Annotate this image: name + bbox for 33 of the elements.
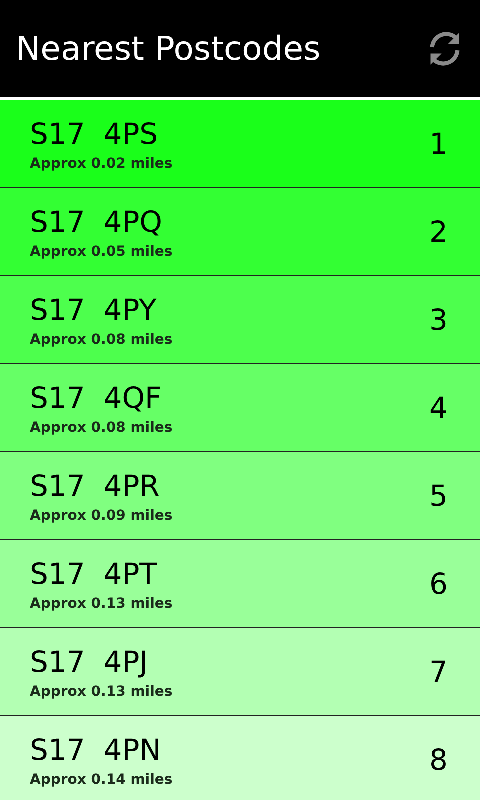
rank-number: 2 xyxy=(430,214,448,248)
postcode: S17 4PQ xyxy=(30,204,164,240)
distance-text: Approx 0.05 miles xyxy=(30,244,173,260)
postcode-row[interactable]: S17 4PJ Approx 0.13 miles 7 xyxy=(0,628,480,716)
distance-text: Approx 0.14 miles xyxy=(30,772,173,788)
postcode: S17 4PY xyxy=(30,292,158,328)
postcode: S17 4PR xyxy=(30,468,161,504)
postcode: S17 4PN xyxy=(30,732,162,768)
postcode-row[interactable]: S17 4PR Approx 0.09 miles 5 xyxy=(0,452,480,540)
distance-text: Approx 0.08 miles xyxy=(30,420,173,436)
rank-number: 5 xyxy=(430,478,448,512)
distance-text: Approx 0.02 miles xyxy=(30,156,173,172)
rank-number: 1 xyxy=(430,126,448,160)
distance-text: Approx 0.13 miles xyxy=(30,684,173,700)
screen-title: Nearest Postcodes xyxy=(16,29,321,68)
postcode-row[interactable]: S17 4PQ Approx 0.05 miles 2 xyxy=(0,188,480,276)
rank-number: 8 xyxy=(430,742,448,776)
postcode-row[interactable]: S17 4QF Approx 0.08 miles 4 xyxy=(0,364,480,452)
rank-number: 7 xyxy=(430,654,448,688)
postcode-row[interactable]: S17 4PT Approx 0.13 miles 6 xyxy=(0,540,480,628)
postcode: S17 4PS xyxy=(30,116,160,152)
postcode-row[interactable]: S17 4PY Approx 0.08 miles 3 xyxy=(0,276,480,364)
postcode-row[interactable]: S17 4PN Approx 0.14 miles 8 xyxy=(0,716,480,800)
rank-number: 3 xyxy=(430,302,448,336)
rank-number: 4 xyxy=(430,390,448,424)
distance-text: Approx 0.13 miles xyxy=(30,596,173,612)
postcode: S17 4PJ xyxy=(30,644,150,680)
postcode-row[interactable]: S17 4PS Approx 0.02 miles 1 xyxy=(0,100,480,188)
postcode: S17 4PT xyxy=(30,556,158,592)
postcode: S17 4QF xyxy=(30,380,163,416)
distance-text: Approx 0.08 miles xyxy=(30,332,173,348)
distance-text: Approx 0.09 miles xyxy=(30,508,173,524)
rank-number: 6 xyxy=(430,566,448,600)
